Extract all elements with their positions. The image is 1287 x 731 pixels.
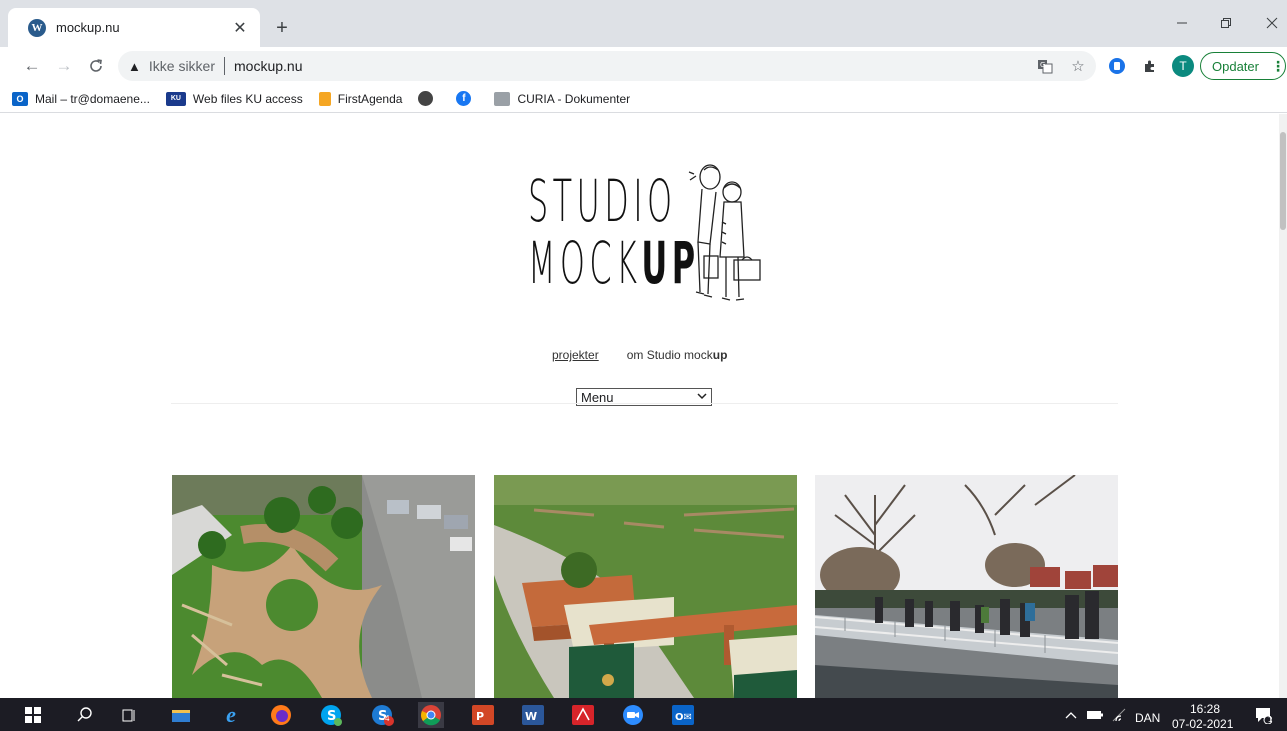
bookmark-curia[interactable]: CURIA - Dokumenter (494, 91, 631, 106)
tab-close-icon[interactable]: ✕ (230, 18, 250, 38)
project-image (494, 475, 797, 698)
firefox-icon[interactable] (268, 702, 294, 728)
skype-badge-count: 4 (385, 714, 390, 723)
project-card-bridge[interactable] (815, 475, 1118, 698)
clock-date[interactable]: 07-02-2021 (1172, 717, 1233, 731)
svg-text:G: G (1040, 61, 1045, 69)
back-icon[interactable]: ← (20, 54, 44, 78)
skype-icon[interactable]: S (318, 702, 344, 728)
close-window-icon[interactable] (1261, 12, 1283, 34)
logo-line-1: STUDIO (528, 167, 677, 235)
curia-icon (494, 91, 511, 106)
acrobat-icon[interactable] (570, 702, 596, 728)
bookmark-label: FirstAgenda (337, 91, 403, 106)
windows-taskbar: e S S 4 P W O✉ DAN 16:28 07-02-2021 1 (0, 698, 1287, 731)
bookmark-facebook[interactable]: f (456, 91, 478, 106)
bookmark-label: Mail – tr@domaene... (35, 91, 150, 106)
profile-avatar[interactable]: T (1172, 55, 1194, 77)
restore-icon[interactable] (1215, 12, 1237, 34)
security-label[interactable]: Ikke sikker (149, 58, 215, 74)
nav-link-about[interactable]: om Studio mockup (627, 348, 728, 362)
search-icon[interactable] (72, 702, 98, 728)
new-tab-button[interactable]: + (270, 16, 294, 40)
warning-icon[interactable]: ▲ (128, 59, 141, 74)
chevron-down-icon (697, 392, 707, 403)
tab-strip: W mockup.nu ✕ + (0, 0, 1287, 47)
tab-title: mockup.nu (56, 20, 120, 35)
zoom-icon[interactable] (620, 702, 646, 728)
extension-icon[interactable] (1109, 58, 1125, 74)
logo-text: STUDIO MOCKUP (528, 170, 700, 294)
browser-tab[interactable]: W mockup.nu ✕ (8, 8, 260, 47)
site-logo[interactable]: STUDIO MOCKUP (528, 162, 764, 310)
bookmark-ku[interactable]: KU Web files KU access (165, 91, 303, 106)
more-menu-icon[interactable]: ⋮ (1271, 58, 1285, 75)
outlook-taskbar-icon[interactable]: O✉ (670, 702, 696, 728)
clock-time[interactable]: 16:28 (1190, 702, 1220, 716)
language-indicator[interactable]: DAN (1135, 711, 1160, 725)
svg-text:W: W (525, 710, 537, 723)
svg-text:P: P (476, 710, 484, 723)
project-card-benches[interactable] (494, 475, 797, 698)
extensions-puzzle-icon[interactable] (1138, 54, 1162, 78)
firstagenda-icon (318, 91, 331, 106)
update-button[interactable]: Opdater ⋮ (1200, 52, 1286, 80)
forward-icon[interactable]: → (52, 54, 76, 78)
nav-link-projects[interactable]: projekter (552, 348, 599, 362)
about-bold: up (712, 348, 728, 362)
file-explorer-icon[interactable] (168, 702, 194, 728)
url-text[interactable]: mockup.nu (234, 58, 302, 74)
battery-icon[interactable] (1082, 702, 1108, 728)
svg-text:O✉: O✉ (675, 712, 692, 723)
reload-icon[interactable] (84, 54, 108, 78)
primary-nav: projekter om Studio mockup (552, 348, 727, 362)
bookmarks-bar: O Mail – tr@domaene... KU Web files KU a… (0, 85, 1287, 113)
ku-icon: KU (165, 91, 186, 106)
globe-icon (418, 91, 434, 106)
bookmark-firstagenda[interactable]: FirstAgenda (318, 91, 403, 106)
chevron-up-icon[interactable] (1058, 702, 1084, 728)
about-prefix: om Studio mock (626, 348, 713, 362)
translate-icon[interactable]: G (1033, 54, 1057, 78)
project-image (815, 475, 1118, 698)
outlook-icon: O (12, 91, 28, 106)
browser-toolbar: ← → ▲ Ikke sikker mockup.nu G ☆ T Opdate… (0, 47, 1287, 85)
minimize-icon[interactable] (1171, 12, 1193, 34)
internet-explorer-icon[interactable]: e (218, 702, 244, 728)
chrome-icon[interactable] (418, 702, 444, 728)
powerpoint-icon[interactable]: P (470, 702, 496, 728)
notification-count: 1 (1268, 715, 1273, 724)
scrollbar-thumb[interactable] (1280, 132, 1286, 230)
bookmark-label: CURIA - Dokumenter (517, 91, 631, 106)
task-view-icon[interactable] (116, 702, 142, 728)
logo-line-2a: MOCK (528, 229, 642, 297)
bookmark-mail[interactable]: O Mail – tr@domaene... (12, 91, 150, 106)
address-bar[interactable]: ▲ Ikke sikker mockup.nu (118, 51, 1096, 81)
web-page: STUDIO MOCKUP projekter om Studio mockup… (0, 114, 1279, 698)
facebook-icon: f (456, 91, 472, 106)
word-icon[interactable]: W (520, 702, 546, 728)
page-scrollbar[interactable] (1279, 114, 1287, 698)
project-card-playground[interactable] (172, 475, 475, 698)
bookmark-globe[interactable] (418, 91, 440, 106)
sketch-figures-illustration (688, 164, 761, 301)
wifi-icon[interactable] (1106, 702, 1132, 728)
project-image (172, 475, 475, 698)
skype-business-icon[interactable]: S 4 (370, 702, 396, 728)
update-label: Opdater (1212, 58, 1259, 74)
notification-center-icon[interactable]: 1 (1250, 702, 1276, 728)
windows-start-icon[interactable] (20, 702, 46, 728)
bookmark-label: Web files KU access (192, 91, 303, 106)
bookmark-star-icon[interactable]: ☆ (1066, 54, 1090, 78)
wordpress-icon: W (28, 18, 46, 37)
header-divider (171, 403, 1118, 404)
address-separator (224, 57, 225, 75)
